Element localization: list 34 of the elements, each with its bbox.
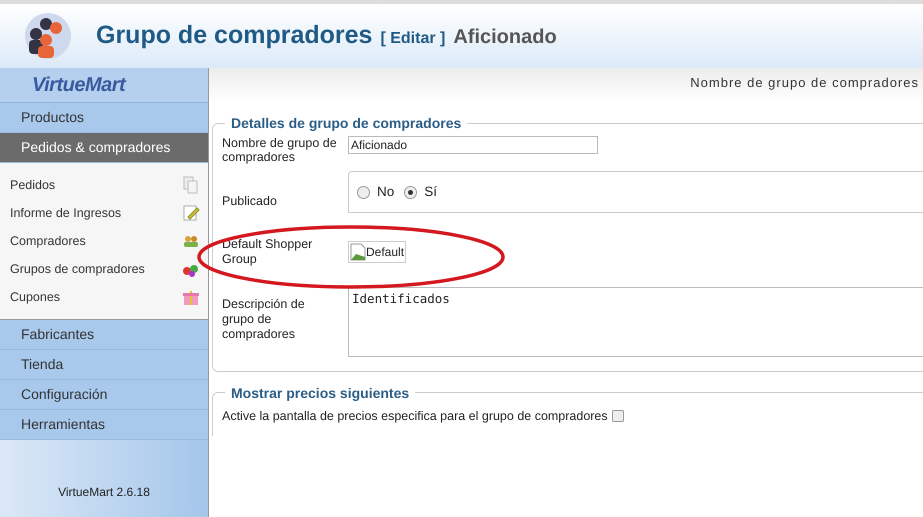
name-input[interactable]: Aficionado: [348, 136, 598, 154]
checkbox-label: Active la pantalla de precios especifica para el grupo de compradores: [222, 408, 608, 425]
submenu-item[interactable]: Cupones: [0, 283, 208, 311]
page-title: Grupo de compradores: [96, 20, 372, 52]
documents-icon: [182, 176, 200, 194]
menu-item[interactable]: Herramientas: [0, 410, 208, 440]
version-label: VirtueMart 2.6.18: [58, 484, 150, 501]
submenu-item[interactable]: Pedidos: [0, 171, 208, 199]
menu-item[interactable]: Fabricantes: [0, 320, 208, 350]
menu-item[interactable]: Tienda: [0, 350, 208, 380]
radio-button[interactable]: [404, 186, 418, 198]
menu-item[interactable]: Pedidos & compradores: [0, 133, 208, 163]
submenu-item[interactable]: Grupos de compradores: [0, 255, 208, 283]
people-group-icon: [24, 12, 72, 60]
pencil-note-icon: [182, 204, 200, 222]
description-textarea[interactable]: Identificados: [348, 287, 923, 357]
menu-item[interactable]: Configuración: [0, 380, 208, 410]
edit-label: [ Editar ]: [380, 29, 446, 50]
submenu-item[interactable]: Compradores: [0, 227, 208, 255]
field-label: Publicado: [222, 192, 278, 210]
radio-option[interactable]: No: [357, 182, 394, 202]
gift-icon: [182, 288, 200, 306]
checkbox[interactable]: [612, 410, 624, 422]
broken-image: Default: [348, 241, 406, 263]
record-name: Aficionado: [453, 25, 557, 50]
submenu-item[interactable]: Informe de Ingresos: [0, 199, 208, 227]
radio-button[interactable]: [357, 186, 370, 198]
field-label: Nombre de grupo de compradores: [222, 136, 338, 164]
field-label: Descripción de grupo de compradores: [222, 296, 306, 342]
radio-option[interactable]: Sí: [404, 182, 438, 202]
toolbar-tab[interactable]: Nombre de grupo de compradores: [690, 73, 919, 92]
image-icon: [350, 243, 366, 261]
virtuemart-logo: VirtueMart: [32, 73, 126, 98]
menu-item[interactable]: Productos: [0, 103, 208, 133]
